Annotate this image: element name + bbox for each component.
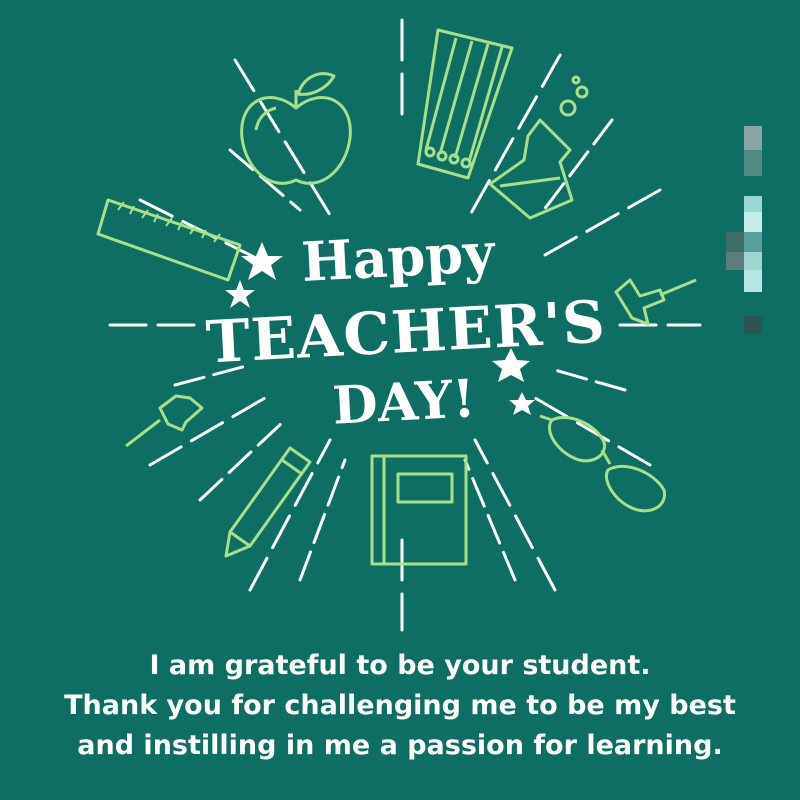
push-pin-left-icon: [125, 394, 204, 448]
star-icon: [225, 280, 255, 308]
pixelated-artifact: [726, 126, 764, 336]
book-icon: [370, 454, 468, 566]
message-line-3: and instilling in me a passion for learn…: [77, 730, 723, 761]
push-pin-right-icon: [614, 278, 697, 326]
headline-happy: Happy: [300, 220, 498, 294]
ruler-icon: [96, 198, 242, 282]
flask-icon: [488, 75, 589, 220]
headline-day: DAY!: [331, 368, 477, 436]
message-line-1: I am grateful to be your student.: [149, 650, 651, 681]
greeting-card: Happy TEACHER'S DAY! I am grateful to be…: [0, 0, 800, 800]
star-icon: [509, 392, 535, 415]
headline-teachers: TEACHER'S: [204, 288, 607, 377]
notebook-lines-icon: [416, 28, 514, 180]
apple-icon: [240, 72, 352, 185]
message-text: I am grateful to be your student. Thank …: [0, 646, 800, 766]
message-line-2: Thank you for challenging me to be my be…: [64, 690, 736, 721]
star-icon: [241, 242, 283, 280]
